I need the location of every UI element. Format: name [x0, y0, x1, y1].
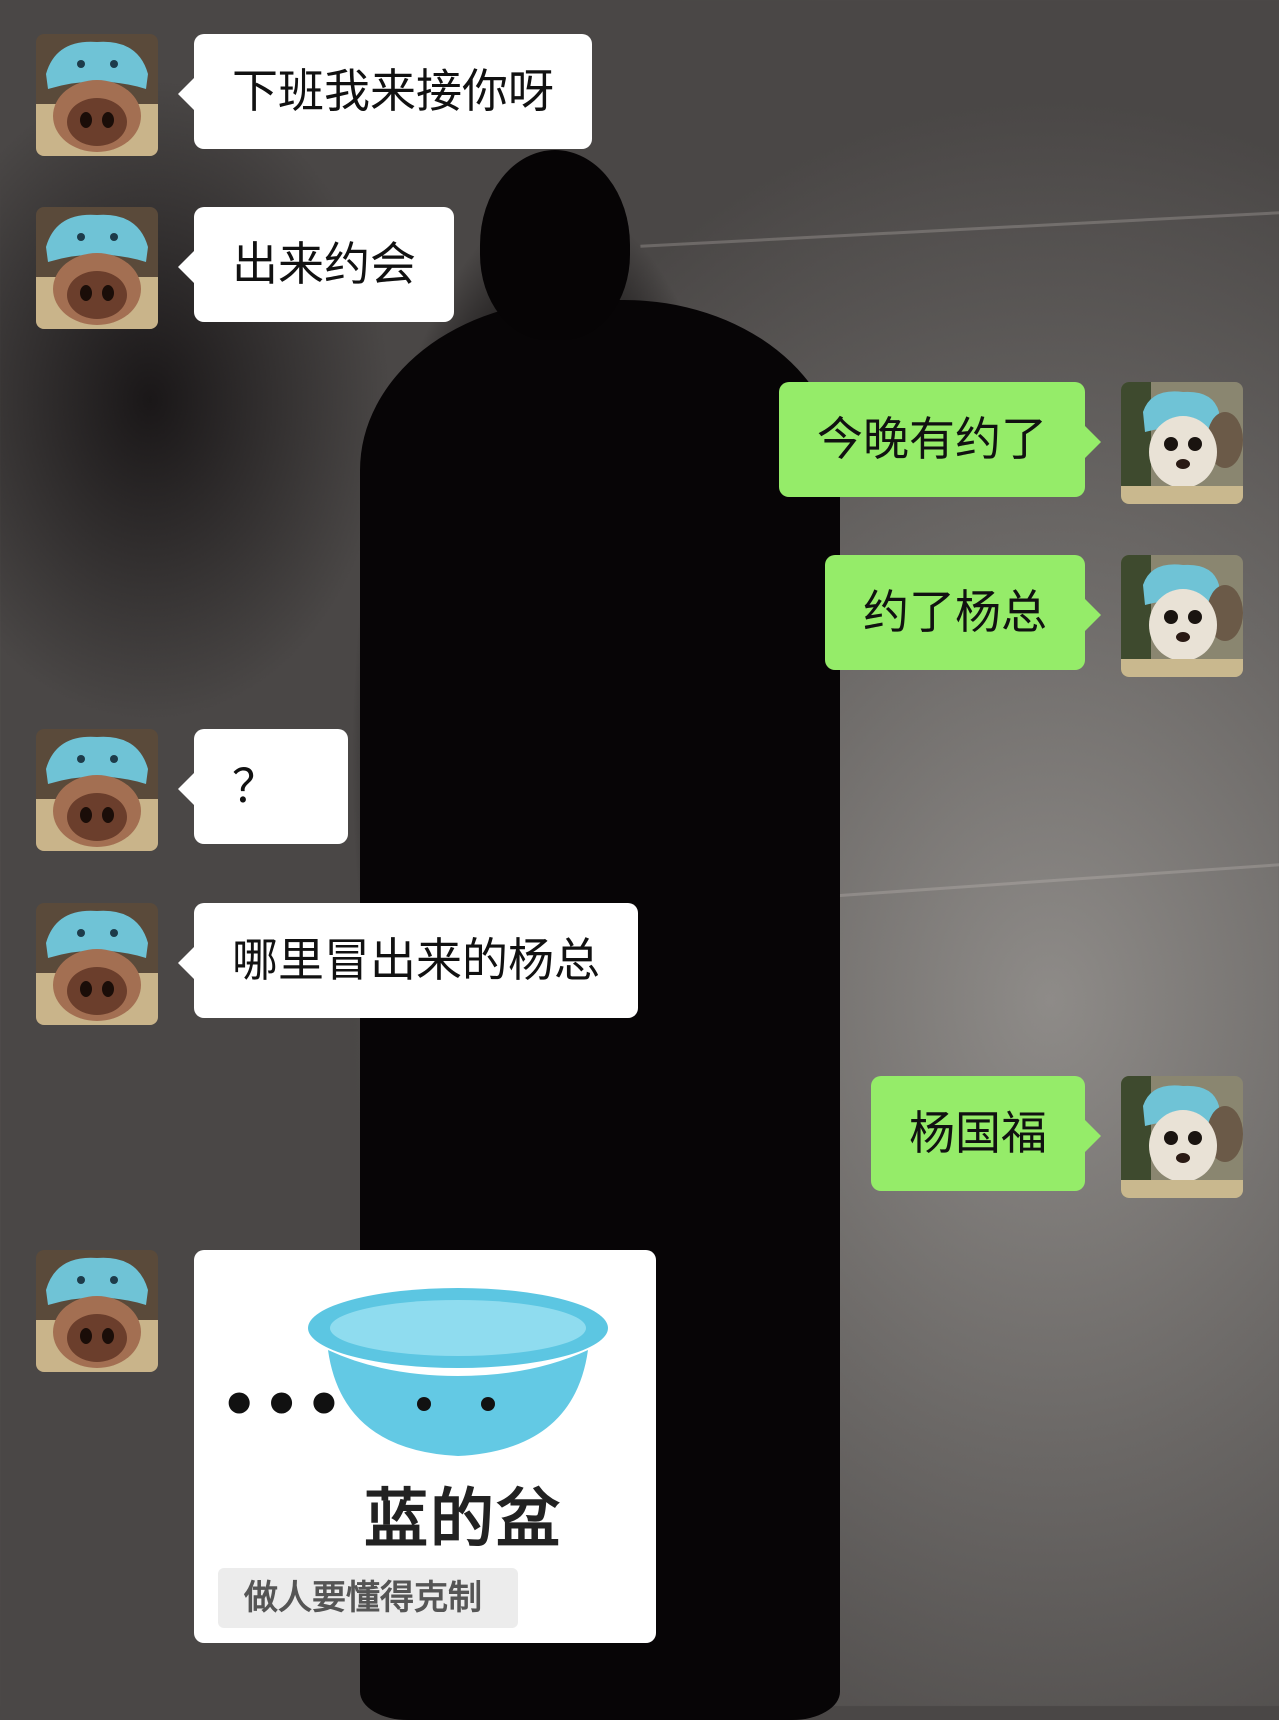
message-row: 哪里冒出来的杨总 [36, 903, 638, 1025]
sticker-message[interactable]: ••• 蓝的盆 做人要懂得克制 [194, 1250, 656, 1643]
message-row: 杨国福 [871, 1076, 1243, 1198]
message-bubble[interactable]: 下班我来接你呀 [178, 34, 592, 150]
self-avatar[interactable] [1121, 382, 1243, 504]
contact-avatar[interactable] [36, 729, 158, 851]
message-bubble[interactable]: ？ [178, 729, 348, 845]
self-avatar[interactable] [1121, 1076, 1243, 1198]
sticker-title: 蓝的盆 [364, 1483, 562, 1557]
background-silhouette-head [480, 150, 630, 340]
message-bubble[interactable]: 约了杨总 [825, 555, 1101, 671]
background-crack [640, 211, 1279, 248]
message-row: 出来约会 [36, 207, 454, 329]
background-crack [800, 863, 1279, 900]
message-bubble[interactable]: 今晚有约了 [779, 382, 1101, 498]
message-row: 今晚有约了 [779, 382, 1243, 504]
message-row: 约了杨总 [825, 555, 1243, 677]
blue-basin-icon [308, 1288, 608, 1456]
self-avatar[interactable] [1121, 555, 1243, 677]
contact-avatar[interactable] [36, 34, 158, 156]
message-row: ••• 蓝的盆 做人要懂得克制 [36, 1250, 656, 1643]
contact-avatar[interactable] [36, 207, 158, 329]
sticker-caption: 做人要懂得克制 [218, 1568, 518, 1628]
message-row: 下班我来接你呀 [36, 34, 592, 156]
contact-avatar[interactable] [36, 903, 158, 1025]
message-bubble[interactable]: 出来约会 [178, 207, 454, 323]
message-bubble[interactable]: 杨国福 [871, 1076, 1101, 1192]
message-row: ？ [36, 729, 348, 851]
contact-avatar[interactable] [36, 1250, 158, 1372]
message-bubble[interactable]: 哪里冒出来的杨总 [178, 903, 638, 1019]
